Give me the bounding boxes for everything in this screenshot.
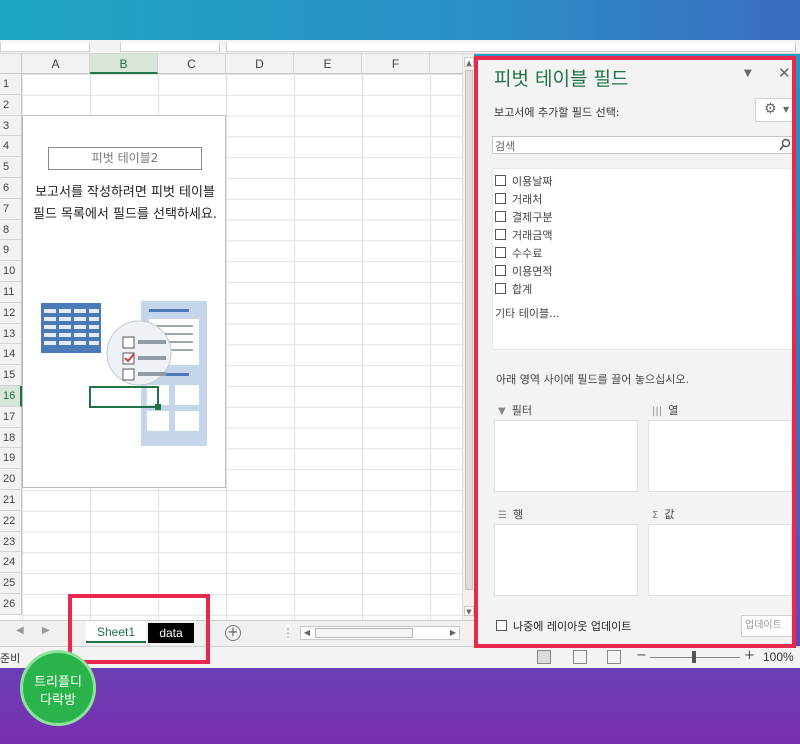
zoom-slider-thumb[interactable]	[692, 651, 696, 663]
scroll-up-icon[interactable]: ▲	[464, 57, 474, 67]
logo-line1: 트리플디	[34, 675, 82, 690]
name-box[interactable]	[0, 42, 90, 52]
zoom-level[interactable]: 100%	[763, 650, 794, 664]
column-header-b[interactable]: B	[90, 54, 158, 74]
row-header[interactable]: 16	[0, 386, 22, 407]
row-header[interactable]: 26	[0, 594, 22, 615]
tab-split-handle-icon[interactable]: ⋮	[282, 626, 294, 640]
pivot-table-placeholder[interactable]: 피벗 테이블2 보고서를 작성하려면 피벗 테이블 필드 목록에서 필드를 선택…	[22, 115, 226, 488]
row-header[interactable]: 15	[0, 365, 22, 386]
row-header[interactable]: 23	[0, 531, 22, 553]
zoom-in-icon[interactable]: +	[744, 648, 755, 663]
row-header[interactable]: 6	[0, 178, 22, 199]
row-header[interactable]: 8	[0, 219, 22, 241]
formula-bar	[0, 40, 800, 54]
row-header[interactable]: 7	[0, 198, 22, 220]
fill-handle[interactable]	[155, 404, 161, 410]
row-header[interactable]: 1	[0, 74, 22, 95]
column-header-partial[interactable]	[430, 54, 462, 74]
horizontal-scroll-thumb[interactable]	[315, 628, 413, 638]
vertical-scroll-thumb[interactable]	[465, 70, 473, 590]
row-header[interactable]: 10	[0, 261, 22, 282]
vertical-scrollbar[interactable]: ▲ ▼	[462, 54, 474, 620]
column-header-d[interactable]: D	[226, 54, 294, 74]
horizontal-scrollbar[interactable]: ◀ ▶	[300, 626, 460, 640]
highlight-frame-pane	[474, 56, 796, 648]
row-header[interactable]: 22	[0, 510, 22, 532]
formula-buttons	[120, 42, 220, 52]
hscroll-right-icon[interactable]: ▶	[447, 627, 459, 639]
pivot-illustration-icon	[41, 301, 207, 446]
row-header[interactable]: 13	[0, 323, 22, 345]
normal-view-icon[interactable]	[537, 650, 551, 664]
row-header[interactable]: 2	[0, 94, 22, 116]
row-header[interactable]: 25	[0, 573, 22, 594]
row-header[interactable]: 12	[0, 302, 22, 324]
column-header-e[interactable]: E	[294, 54, 362, 74]
row-header[interactable]: 18	[0, 427, 22, 449]
row-header[interactable]: 21	[0, 490, 22, 511]
pivot-instruction-text: 보고서를 작성하려면 피벗 테이블 필드 목록에서 필드를 선택하세요.	[33, 185, 217, 222]
tab-scroll-right-icon[interactable]: ▶	[42, 625, 50, 636]
row-header[interactable]: 24	[0, 552, 22, 574]
tab-scroll-left-icon[interactable]: ◀	[16, 625, 24, 636]
channel-logo: 트리플디 다락방	[20, 650, 96, 726]
row-header[interactable]: 5	[0, 157, 22, 178]
logo-line2: 다락방	[40, 693, 76, 708]
row-header[interactable]: 4	[0, 136, 22, 158]
active-cell-b16[interactable]	[89, 386, 159, 408]
highlight-frame-tabs	[68, 594, 210, 664]
column-header-f[interactable]: F	[362, 54, 430, 74]
zoom-out-icon[interactable]: −	[636, 648, 647, 663]
add-sheet-icon[interactable]: +	[225, 625, 241, 641]
hscroll-left-icon[interactable]: ◀	[301, 627, 313, 639]
row-header[interactable]: 19	[0, 448, 22, 470]
window-top-band	[0, 0, 800, 40]
worksheet: A B C D E F 1 2 3 4 5 6 7 8 9 10 11 12 13 14 15 16 17 18 1…	[0, 54, 462, 620]
row-header[interactable]: 17	[0, 406, 22, 428]
column-header-c[interactable]: C	[158, 54, 226, 74]
page-layout-view-icon[interactable]	[573, 650, 587, 664]
row-header[interactable]: 20	[0, 469, 22, 490]
row-header[interactable]: 3	[0, 115, 22, 137]
pivot-table-name: 피벗 테이블2	[48, 147, 202, 170]
row-header[interactable]: 14	[0, 344, 22, 366]
page-break-view-icon[interactable]	[607, 650, 621, 664]
column-header-a[interactable]: A	[22, 54, 90, 74]
row-header[interactable]: 11	[0, 282, 22, 303]
scroll-down-icon[interactable]: ▼	[464, 606, 474, 616]
formula-input[interactable]	[226, 42, 796, 52]
row-header[interactable]: 9	[0, 240, 22, 262]
select-all-corner[interactable]	[0, 54, 22, 74]
status-mode: 준비	[0, 652, 21, 665]
